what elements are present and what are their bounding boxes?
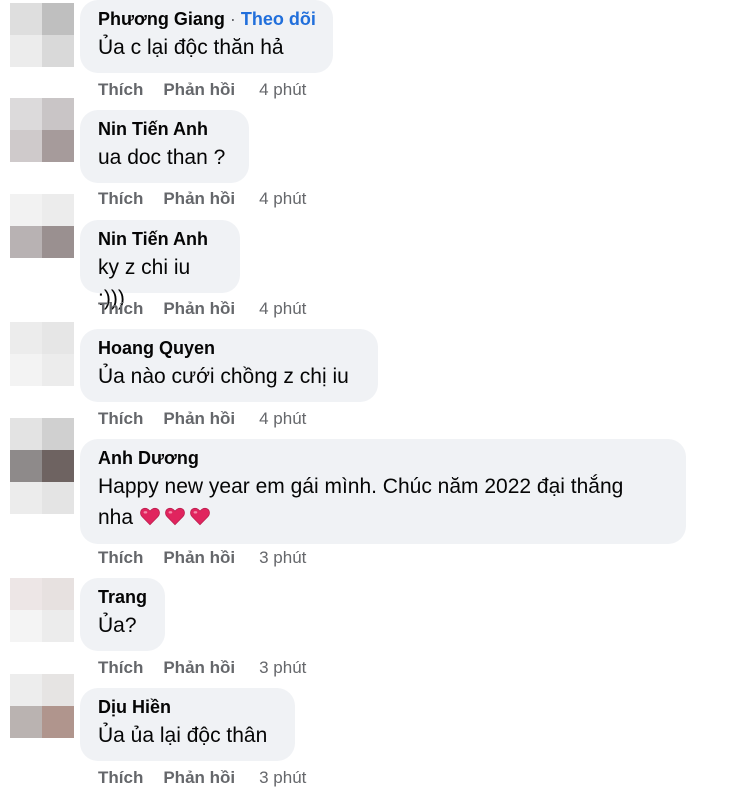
comment-text: Happy new year em gái mình. Chúc năm 202… (98, 475, 624, 498)
reply-button[interactable]: Phản hồi (163, 658, 235, 677)
comment-time[interactable]: 4 phút (259, 409, 306, 428)
avatar[interactable] (10, 674, 74, 738)
comment-actions: Thích Phản hồi 4 phút (98, 299, 306, 319)
like-button[interactable]: Thích (98, 658, 143, 677)
comment-time[interactable]: 4 phút (259, 80, 306, 99)
comment-bubble: Nin Tiến Anh ua doc than ? (80, 110, 249, 183)
reply-button[interactable]: Phản hồi (163, 189, 235, 208)
comment-time[interactable]: 4 phút (259, 299, 306, 318)
comment-author[interactable]: Dịu Hiền (98, 696, 277, 718)
avatar[interactable] (10, 418, 74, 482)
comment-text-end: nha (98, 506, 134, 529)
comment-bubble: Anh Dương Happy new year em gái mình. Ch… (80, 439, 686, 544)
comment-actions: Thích Phản hồi 4 phút (98, 409, 306, 429)
heart-emoji-icon (190, 507, 210, 526)
comment-time[interactable]: 3 phút (259, 548, 306, 567)
comment-text: ua doc than ? (98, 146, 226, 169)
avatar[interactable] (10, 98, 74, 162)
comment-actions: Thích Phản hồi 3 phút (98, 768, 306, 788)
heart-emoji-icon (140, 507, 160, 526)
like-button[interactable]: Thích (98, 548, 143, 567)
like-button[interactable]: Thích (98, 189, 143, 208)
comment-text: Ủa ủa lại độc thân (98, 724, 268, 747)
like-button[interactable]: Thích (98, 299, 143, 318)
separator-dot: · (229, 9, 236, 29)
avatar[interactable] (10, 578, 74, 642)
comment-actions: Thích Phản hồi 4 phút (98, 189, 306, 209)
comment-author[interactable]: Phương Giang (98, 9, 225, 29)
comment-text: Ủa? (98, 614, 137, 637)
reply-button[interactable]: Phản hồi (163, 548, 235, 567)
comment-time[interactable]: 3 phút (259, 768, 306, 787)
comment-author-line: Phương Giang · Theo dõi (98, 8, 316, 30)
avatar[interactable] (10, 194, 74, 258)
comment-bubble: Dịu Hiền Ủa ủa lại độc thân (80, 688, 295, 761)
like-button[interactable]: Thích (98, 768, 143, 787)
comment-bubble: Phương Giang · Theo dõi Ủa c lại độc thă… (80, 0, 333, 73)
like-button[interactable]: Thích (98, 80, 143, 99)
reply-button[interactable]: Phản hồi (163, 299, 235, 318)
avatar[interactable] (10, 3, 74, 67)
comment-actions: Thích Phản hồi 3 phút (98, 548, 306, 568)
follow-link[interactable]: Theo dõi (241, 9, 316, 29)
avatar-lower (10, 482, 74, 514)
heart-emoji-icon (165, 507, 185, 526)
reply-button[interactable]: Phản hồi (163, 80, 235, 99)
like-button[interactable]: Thích (98, 409, 143, 428)
comment-bubble: Trang Ủa? (80, 578, 165, 651)
comment-author[interactable]: Nin Tiến Anh (98, 228, 222, 250)
comment-time[interactable]: 4 phút (259, 189, 306, 208)
comment-text: Ủa c lại độc thăn hả (98, 36, 284, 59)
comment-bubble: Hoang Quyen Ủa nào cưới chồng z chị iu (80, 329, 378, 402)
comment-time[interactable]: 3 phút (259, 658, 306, 677)
comment-actions: Thích Phản hồi 3 phút (98, 658, 306, 678)
reply-button[interactable]: Phản hồi (163, 768, 235, 787)
reply-button[interactable]: Phản hồi (163, 409, 235, 428)
comment-author[interactable]: Anh Dương (98, 447, 668, 469)
comment-bubble: Nin Tiến Anh ky z chi iu :))) (80, 220, 240, 310)
comment-author[interactable]: Hoang Quyen (98, 337, 360, 359)
comment-actions: Thích Phản hồi 4 phút (98, 80, 306, 100)
comment-text: Ủa nào cưới chồng z chị iu (98, 365, 349, 388)
comment-author[interactable]: Trang (98, 586, 147, 608)
avatar[interactable] (10, 322, 74, 386)
comment-text-line2: nha (98, 502, 668, 533)
comment-author[interactable]: Nin Tiến Anh (98, 118, 231, 140)
